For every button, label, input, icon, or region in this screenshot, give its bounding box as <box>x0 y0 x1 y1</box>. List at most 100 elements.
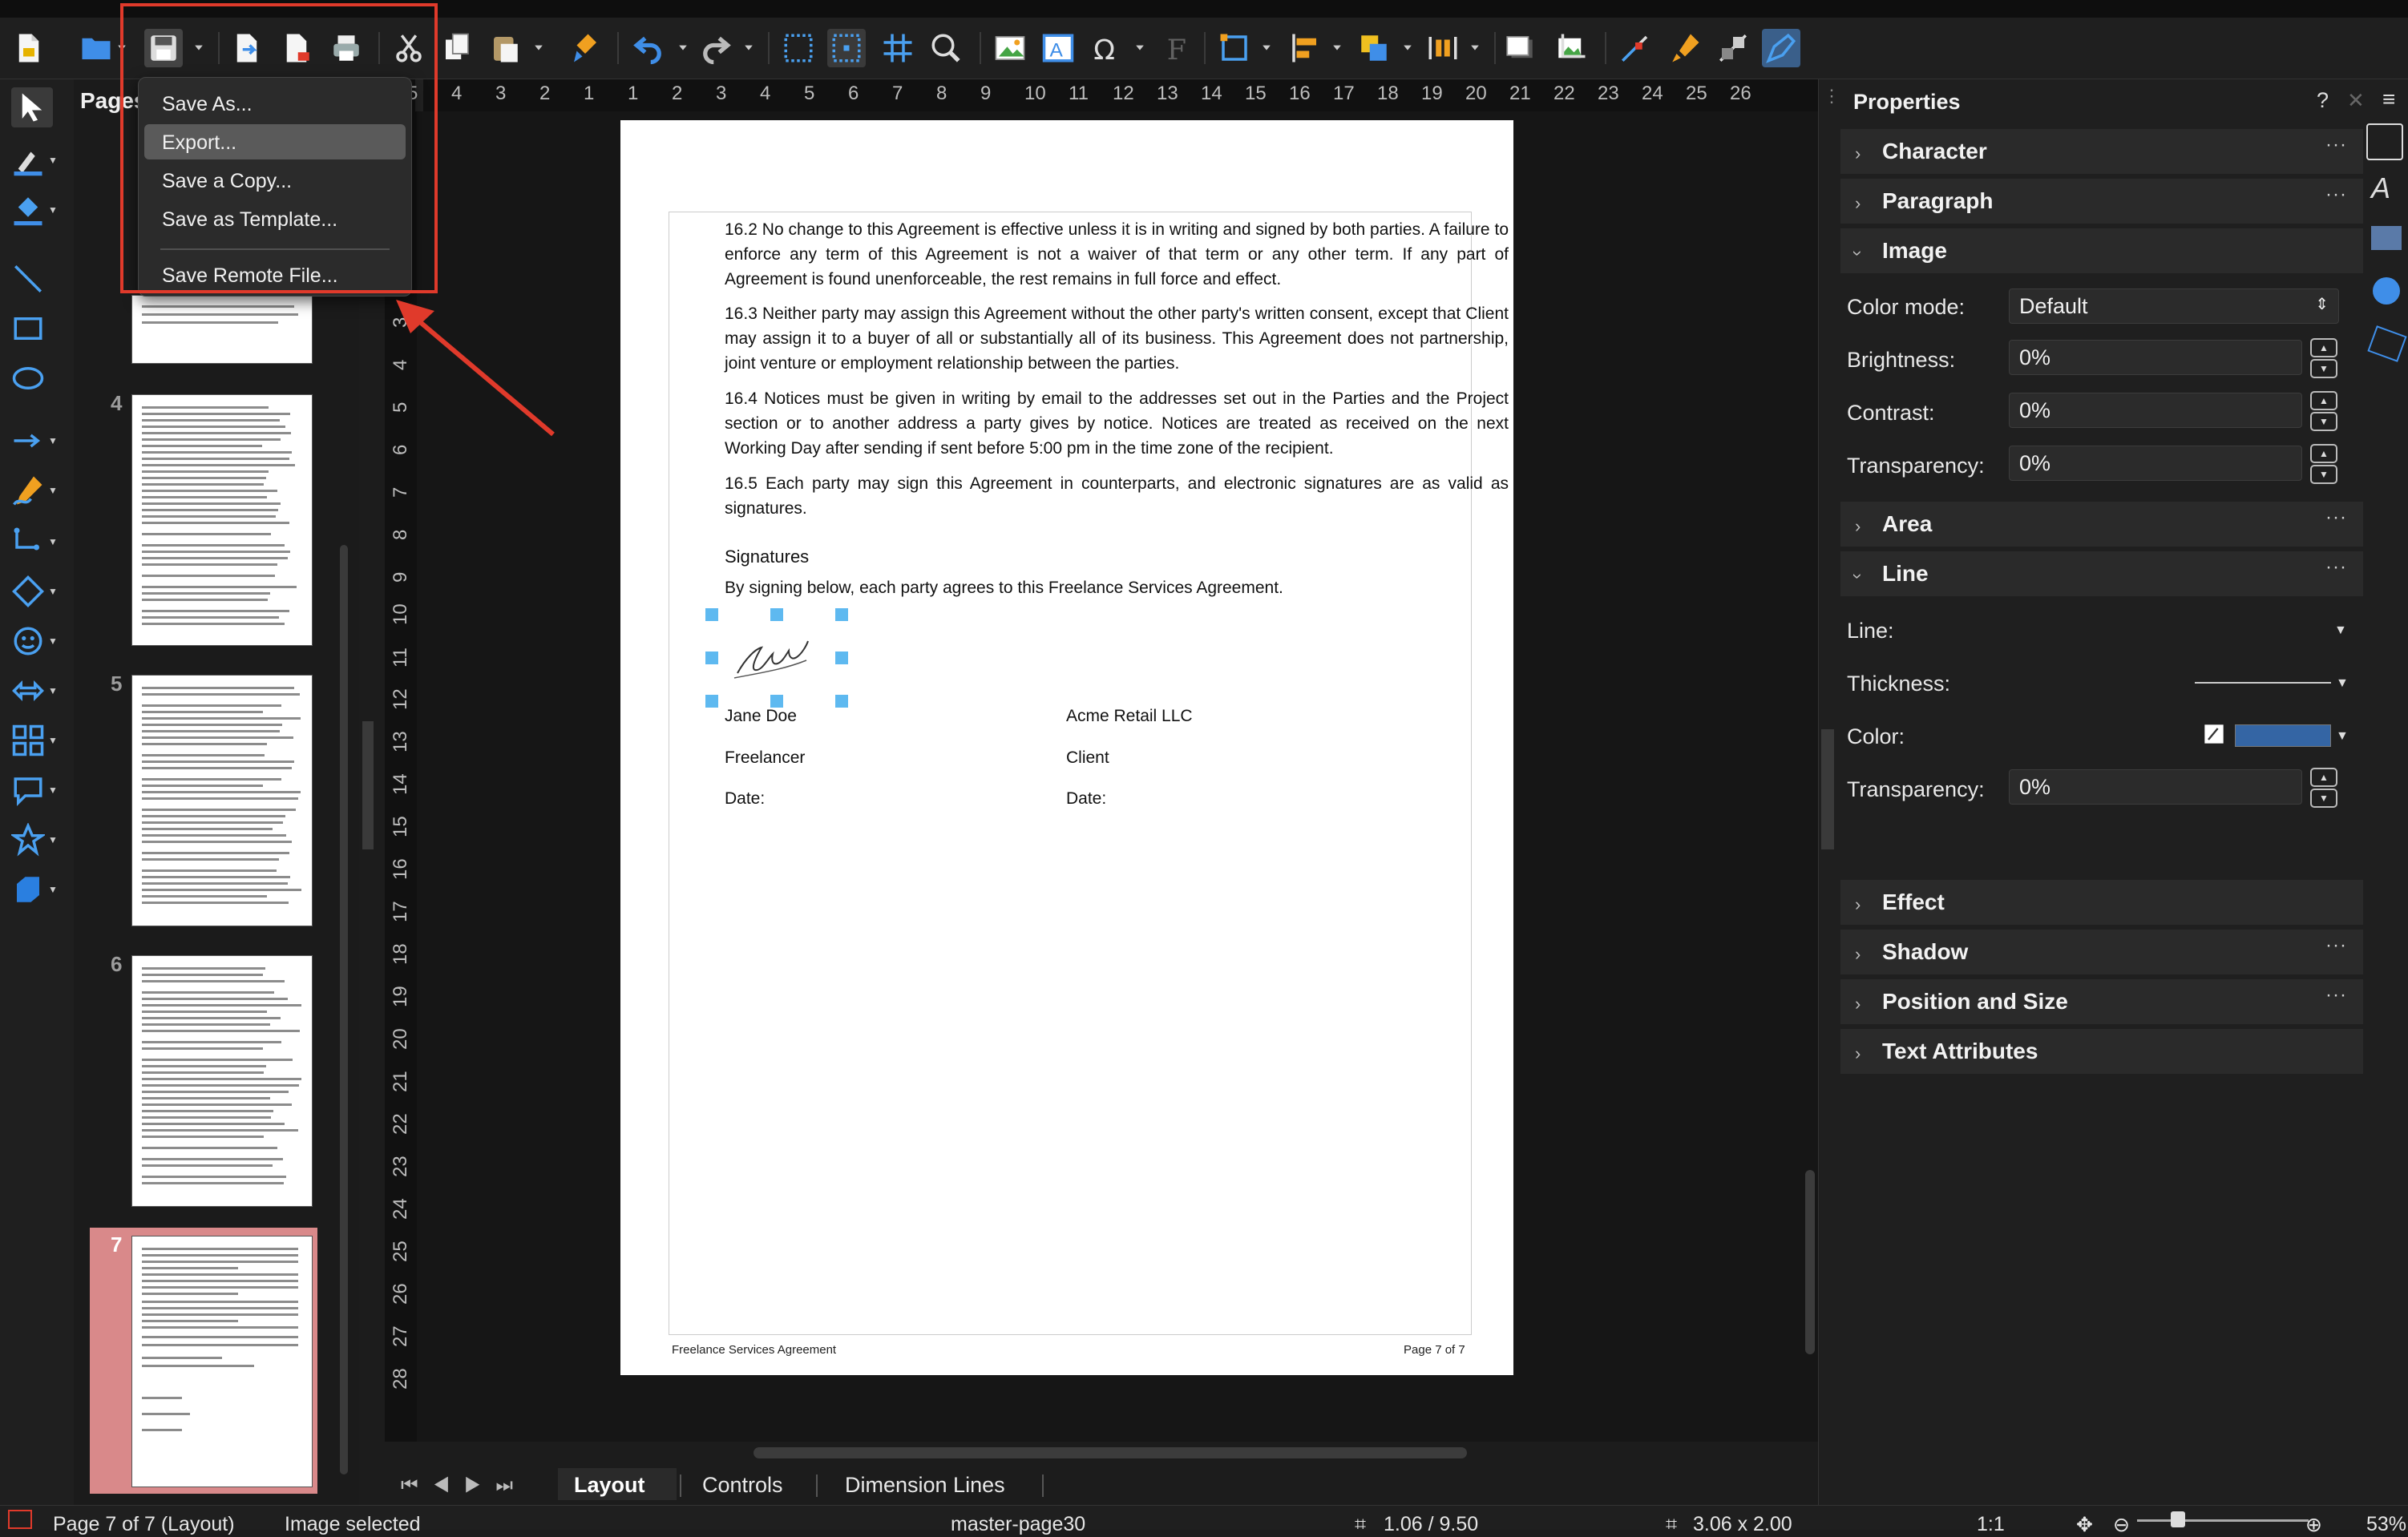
basic-shapes-icon[interactable]: ▼ <box>11 571 59 611</box>
toggle-extrusion-icon[interactable] <box>1714 29 1752 67</box>
line-color-dropdown-icon[interactable]: ▼ <box>2336 729 2349 744</box>
line-color-swatch[interactable] <box>2235 724 2331 747</box>
paste-dropdown-icon[interactable] <box>534 42 543 51</box>
page-thumbnail-3[interactable] <box>131 295 313 364</box>
zoom-slider[interactable] <box>2137 1519 2309 1522</box>
zoom-out-icon[interactable]: ⊖ <box>2113 1513 2130 1537</box>
insert-textbox-icon[interactable]: A <box>1039 29 1077 67</box>
arrow-tool-icon[interactable]: ▼ <box>11 421 59 461</box>
document-modified-icon[interactable] <box>8 1510 32 1529</box>
spin-up-icon[interactable]: ▲ <box>2310 444 2337 463</box>
image-transparency-spinner[interactable]: ▲ ▼ <box>2310 444 2337 484</box>
signature-image[interactable] <box>712 615 848 702</box>
selection-handle[interactable] <box>835 608 848 621</box>
horizontal-ruler[interactable]: 5 4 3 2 1 1 2 3 4 5 6 7 8 9 10 11 12 13 14 15 16 17 18 19 20 21 22… <box>391 79 1818 111</box>
line-tool-icon[interactable] <box>11 259 59 299</box>
insert-image-icon[interactable] <box>991 29 1029 67</box>
spin-up-icon[interactable]: ▲ <box>2310 338 2337 357</box>
section-effect[interactable]: › Effect <box>1840 880 2363 925</box>
section-position-and-size[interactable]: › Position and Size ··· <box>1840 979 2363 1024</box>
block-arrows-icon[interactable]: ▼ <box>11 671 59 711</box>
tab-controls[interactable]: Controls <box>702 1473 783 1498</box>
redo-dropdown-icon[interactable] <box>744 42 754 51</box>
more-options-icon[interactable]: ··· <box>2325 506 2347 529</box>
gallery-deck-icon[interactable] <box>2371 226 2402 250</box>
pages-pane-collapse-handle[interactable] <box>362 721 374 849</box>
selection-handle[interactable] <box>770 695 783 708</box>
section-paragraph[interactable]: › Paragraph ··· <box>1840 179 2363 224</box>
canvas-vertical-scrollbar[interactable] <box>1805 1170 1815 1354</box>
selection-handle[interactable] <box>705 652 718 664</box>
status-scale[interactable]: 1:1 <box>1977 1513 2005 1536</box>
undo-dropdown-icon[interactable] <box>678 42 688 51</box>
align-dropdown-icon[interactable] <box>1332 42 1342 51</box>
navigator-deck-icon[interactable] <box>2373 277 2400 305</box>
select-icon[interactable] <box>11 87 53 127</box>
grid-icon[interactable] <box>779 29 818 67</box>
sidebar-grip-icon[interactable]: ⋮ <box>1823 87 1840 105</box>
3d-objects-icon[interactable]: ▼ <box>11 869 59 910</box>
more-options-icon[interactable]: ··· <box>2325 984 2347 1007</box>
page-thumbnail-4[interactable] <box>131 394 313 646</box>
zoom-slider-handle[interactable] <box>2171 1511 2185 1527</box>
snap-guides-icon[interactable] <box>827 29 866 67</box>
shadow-icon[interactable] <box>1501 29 1539 67</box>
tab-dimension-lines[interactable]: Dimension Lines <box>845 1473 1005 1498</box>
line-color-picker-icon[interactable] <box>2201 723 2227 745</box>
brightness-spinner[interactable]: ▲ ▼ <box>2310 338 2337 378</box>
status-zoom[interactable]: 53% <box>2366 1513 2406 1536</box>
selection-handle[interactable] <box>835 652 848 664</box>
more-options-icon[interactable]: ··· <box>2325 934 2347 957</box>
sidebar-collapse-handle[interactable] <box>1821 729 1834 849</box>
align-icon[interactable] <box>1286 29 1324 67</box>
special-character-icon[interactable]: Ω <box>1087 29 1125 67</box>
more-options-icon[interactable]: ··· <box>2325 184 2347 206</box>
glue-points-icon[interactable] <box>1666 29 1704 67</box>
section-area[interactable]: › Area ··· <box>1840 502 2363 547</box>
line-transparency-spinner[interactable]: ▲ ▼ <box>2310 768 2337 808</box>
spin-up-icon[interactable]: ▲ <box>2310 768 2337 787</box>
section-image[interactable]: › Image <box>1840 228 2363 273</box>
crop-icon[interactable] <box>1552 29 1590 67</box>
properties-deck-icon[interactable] <box>2366 123 2403 160</box>
shapes-deck-icon[interactable] <box>2367 325 2407 362</box>
special-character-dropdown-icon[interactable] <box>1135 42 1145 51</box>
more-options-icon[interactable]: ··· <box>2325 134 2347 156</box>
zoom-pan-icon[interactable] <box>927 29 965 67</box>
clone-formatting-icon[interactable] <box>566 29 604 67</box>
spin-up-icon[interactable]: ▲ <box>2310 391 2337 410</box>
section-character[interactable]: › Character ··· <box>1840 129 2363 174</box>
selection-handle[interactable] <box>705 608 718 621</box>
distribute-dropdown-icon[interactable] <box>1470 42 1480 51</box>
connector-tool-icon[interactable]: ▼ <box>11 522 59 562</box>
open-folder-icon[interactable] <box>77 29 115 67</box>
sidebar-help-button[interactable]: ? <box>2317 88 2329 113</box>
section-shadow[interactable]: › Shadow ··· <box>1840 930 2363 974</box>
contrast-field[interactable]: 0% <box>2009 393 2302 428</box>
sidebar-close-icon[interactable]: ✕ <box>2347 88 2365 113</box>
page-thumbnail-5[interactable] <box>131 675 313 926</box>
tab-layout[interactable]: Layout <box>574 1473 645 1498</box>
transformations-dropdown-icon[interactable] <box>1262 42 1271 51</box>
points-icon[interactable] <box>1616 29 1654 67</box>
fill-color-icon[interactable]: ▼ <box>11 190 59 230</box>
page-thumbnail-6[interactable] <box>131 955 313 1207</box>
fit-page-icon[interactable]: ✥ <box>2076 1513 2093 1537</box>
distribute-icon[interactable] <box>1424 29 1462 67</box>
curve-tool-icon[interactable]: ▼ <box>11 470 59 510</box>
selection-handle[interactable] <box>705 695 718 708</box>
styles-deck-icon[interactable]: A <box>2371 171 2390 205</box>
tab-navigation-icons[interactable]: ⏮◀▶⏭ <box>401 1474 527 1497</box>
zoom-in-icon[interactable]: ⊕ <box>2305 1513 2322 1537</box>
callout-shapes-icon[interactable]: ▼ <box>11 770 59 810</box>
brightness-field[interactable]: 0% <box>2009 340 2302 375</box>
symbol-shapes-icon[interactable]: ▼ <box>11 621 59 661</box>
ellipse-tool-icon[interactable] <box>11 358 59 398</box>
thickness-dropdown-icon[interactable]: ▼ <box>2336 676 2349 691</box>
arrange-dropdown-icon[interactable] <box>1403 42 1412 51</box>
page-thumbnail-7[interactable] <box>131 1236 313 1487</box>
star-shapes-icon[interactable]: ▼ <box>11 820 59 860</box>
copy-icon[interactable] <box>438 29 476 67</box>
show-draw-functions-icon[interactable] <box>1762 29 1800 67</box>
spin-down-icon[interactable]: ▼ <box>2310 412 2337 431</box>
